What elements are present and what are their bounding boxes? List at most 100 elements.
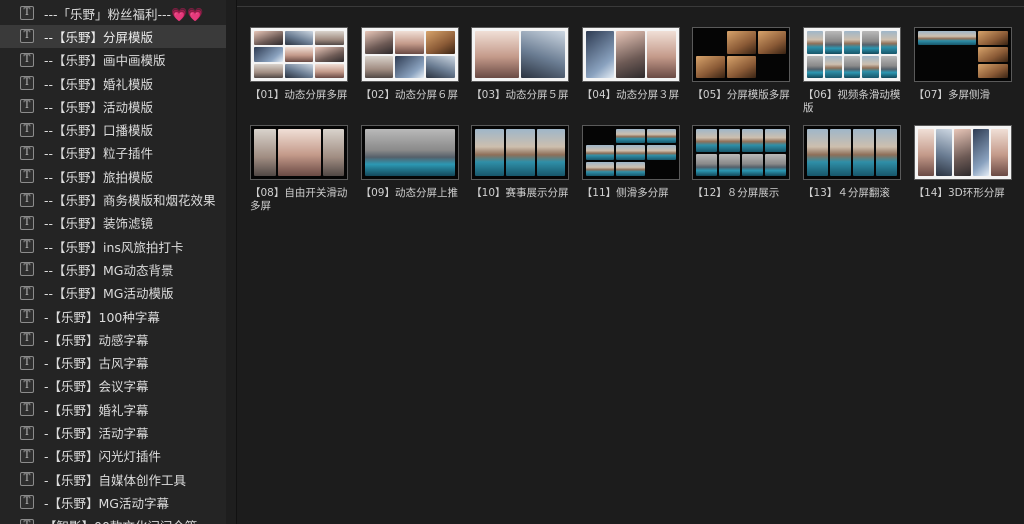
title-template-glyph: T — [23, 473, 31, 485]
template-tile[interactable]: 【07】多屏侧滑 — [913, 27, 1016, 102]
sidebar-item[interactable]: T -【乐野】古风字幕 — [0, 351, 226, 374]
title-template-icon: T — [20, 332, 34, 347]
title-template-icon: T — [20, 425, 34, 440]
template-thumbnail[interactable] — [581, 125, 680, 180]
sidebar-item[interactable]: T -【乐野】会议字幕 — [0, 374, 226, 397]
thumbnail-image — [696, 55, 726, 78]
thumbnail-image — [616, 161, 646, 176]
template-thumbnail[interactable] — [471, 27, 570, 82]
sidebar-item[interactable]: T --【乐野】婚礼模版 — [0, 71, 226, 94]
sidebar-item[interactable]: T -【乐野】闪光灯插件 — [0, 444, 226, 467]
sidebar-item[interactable]: T -【乐野】MG活动字幕 — [0, 491, 226, 514]
template-tile[interactable]: 【10】赛事展示分屏 — [471, 125, 573, 200]
thumbnail-image — [425, 31, 455, 54]
title-template-glyph: T — [23, 310, 31, 322]
sidebar-item[interactable]: T --【乐野】商务模版和烟花效果 — [0, 188, 226, 211]
sidebar-item-text: --【乐野】装饰滤镜 — [44, 216, 154, 232]
template-thumbnail[interactable] — [471, 125, 570, 180]
thumbnail-collage — [254, 129, 344, 176]
template-label: 【03】动态分屏５屏 — [471, 89, 569, 101]
title-template-icon: T — [20, 355, 34, 370]
thumbnail-image — [616, 129, 646, 144]
template-tile[interactable]: 【03】动态分屏５屏 — [471, 27, 573, 102]
sidebar-item-text: -【乐野】会议字幕 — [44, 379, 149, 395]
sidebar-item-label: --【乐野】分屏模版 — [44, 27, 153, 46]
sidebar-item[interactable]: T ---「乐野」粉丝福利---💗💗 — [0, 2, 226, 25]
sidebar-item-label: --【乐野】MG动态背景 — [44, 260, 174, 279]
sidebar-item[interactable]: T --【乐野】画中画模版 — [0, 48, 226, 71]
sidebar-item-text: --【乐野】商务模版和烟花效果 — [44, 193, 216, 209]
sidebar-item[interactable]: T -【乐野】动感字幕 — [0, 328, 226, 351]
title-template-glyph: T — [23, 53, 31, 65]
sidebar-item[interactable]: T --【乐野】口播模版 — [0, 118, 226, 141]
sidebar-item[interactable]: T --【乐野】旅拍模版 — [0, 165, 226, 188]
template-label: 【10】赛事展示分屏 — [471, 187, 569, 199]
sidebar-item[interactable]: T --【乐野】ins风旅拍打卡 — [0, 235, 226, 258]
thumbnail-image — [315, 31, 344, 46]
template-thumbnail[interactable] — [692, 125, 791, 180]
thumbnail-image — [876, 129, 897, 176]
sidebar-item[interactable]: T --【乐野】MG活动模版 — [0, 281, 226, 304]
template-thumbnail[interactable] — [803, 125, 901, 180]
sidebar-item[interactable]: T -【乐野】自媒体创作工具 — [0, 468, 226, 491]
sidebar-item-label: -【乐野】自媒体创作工具 — [44, 470, 186, 489]
thumbnail-image — [395, 55, 424, 78]
template-tile[interactable]: 【06】视频条滑动模版 — [803, 27, 905, 115]
sidebar-item-label: --【乐野】画中画模版 — [44, 50, 166, 69]
template-thumbnail[interactable] — [803, 27, 901, 82]
title-template-glyph: T — [23, 356, 31, 368]
template-tile[interactable]: 【02】动态分屏６屏 — [360, 27, 463, 102]
sidebar-item-text: --【乐野】口播模版 — [44, 123, 154, 139]
thumbnail-image — [364, 31, 394, 54]
heart-emoji: 💗💗 — [171, 7, 204, 23]
template-tile[interactable]: 【09】动态分屏上推 — [360, 125, 463, 200]
sidebar-item[interactable]: T --【乐野】分屏模版 — [0, 24, 226, 49]
title-template-icon: T — [20, 448, 34, 463]
template-tile[interactable]: 【05】分屏模版多屏 — [692, 27, 794, 102]
thumbnail-image — [647, 145, 676, 160]
title-template-glyph: T — [23, 240, 31, 252]
sidebar-item[interactable]: T --【乐野】活动模版 — [0, 95, 226, 118]
sidebar-item[interactable]: T -【乐野】婚礼字幕 — [0, 398, 226, 421]
thumbnail-image — [505, 129, 535, 176]
thumbnail-image — [935, 129, 953, 176]
template-thumbnail[interactable] — [913, 125, 1012, 180]
title-template-icon: T — [20, 495, 34, 510]
thumbnail-image — [254, 31, 283, 46]
template-tile[interactable]: 【08】自由开关滑动多屏 — [250, 125, 352, 213]
sidebar-item[interactable]: T -【乐野】100种字幕 — [0, 304, 226, 327]
thumbnail-image — [585, 31, 615, 78]
sidebar-item[interactable]: T -【乐野】活动字幕 — [0, 421, 226, 444]
template-thumbnail[interactable] — [581, 27, 680, 82]
template-thumbnail[interactable] — [360, 125, 459, 180]
template-thumbnail[interactable] — [913, 27, 1012, 82]
template-tile[interactable]: 【13】４分屏翻滚 — [803, 125, 905, 200]
effects-browser: 【01】动态分屏多屏 【02】动态分屏６屏 【03】动态分屏５屏 【04】动态分屏３屏… — [237, 0, 1024, 524]
title-template-glyph: T — [23, 7, 31, 19]
title-template-icon: T — [20, 76, 34, 91]
sidebar-item[interactable]: T --【乐野】装饰滤镜 — [0, 211, 226, 234]
sidebar-item-text: --【乐野】MG活动模版 — [44, 286, 174, 302]
template-tile[interactable]: 【11】侧滑多分屏 — [581, 125, 684, 200]
sidebar-item-label: -【乐野】动感字幕 — [44, 330, 149, 349]
template-thumbnail[interactable] — [250, 27, 348, 82]
sidebar-item-label: --【乐野】粒子插件 — [44, 143, 153, 162]
sidebar-item-label: -【乐野】MG活动字幕 — [44, 493, 169, 512]
template-tile[interactable]: 【14】3D环形分屏 — [913, 125, 1016, 200]
template-thumbnail[interactable] — [360, 27, 459, 82]
sidebar-item[interactable]: T 【智影】00款文化问问全篇 — [0, 514, 226, 524]
template-tile[interactable]: 【04】动态分屏３屏 — [581, 27, 684, 102]
thumbnail-image — [978, 31, 1008, 46]
thumbnail-image — [918, 64, 977, 78]
title-template-icon: T — [20, 239, 34, 254]
sidebar-item[interactable]: T --【乐野】粒子插件 — [0, 141, 226, 164]
sidebar-item[interactable]: T --【乐野】MG动态背景 — [0, 258, 226, 281]
template-label: 【12】８分屏展示 — [692, 187, 780, 199]
thumbnail-image — [991, 129, 1008, 176]
template-tile[interactable]: 【12】８分屏展示 — [692, 125, 794, 200]
thumbnail-image — [978, 47, 1008, 62]
template-thumbnail[interactable] — [250, 125, 348, 180]
template-tile[interactable]: 【01】动态分屏多屏 — [250, 27, 352, 102]
template-thumbnail[interactable] — [692, 27, 791, 82]
title-template-glyph: T — [23, 216, 31, 228]
